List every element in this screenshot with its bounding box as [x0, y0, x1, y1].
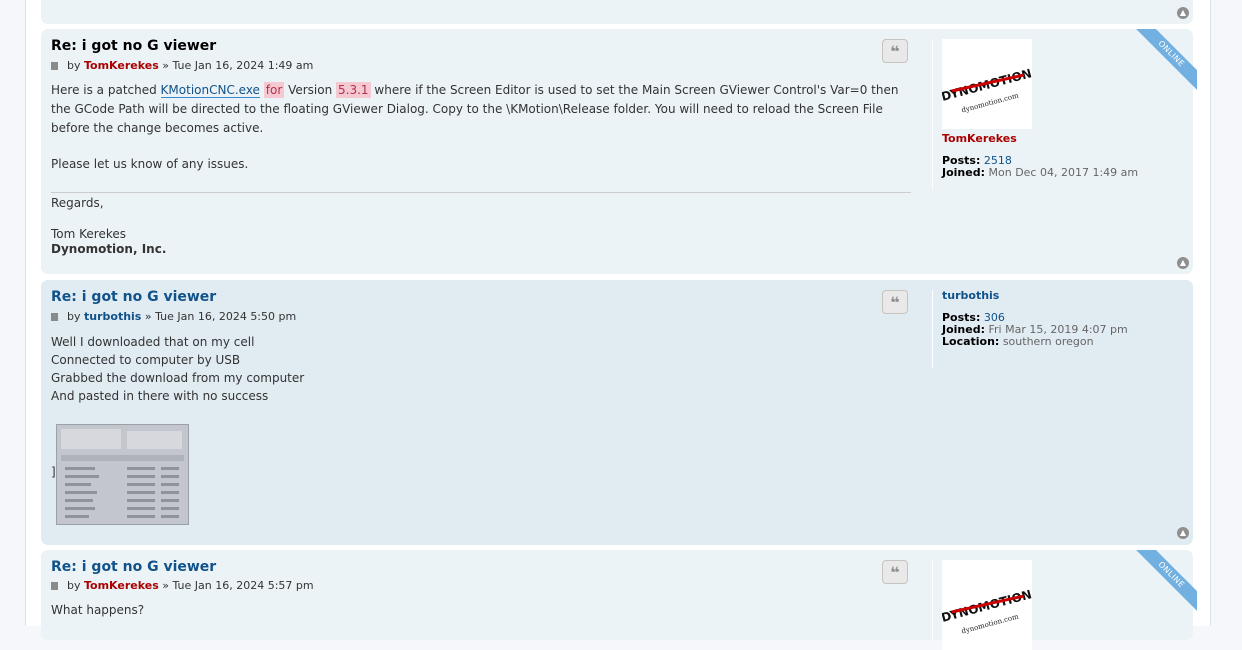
post-content: Well I downloaded that on my cell Connec… — [51, 333, 913, 405]
highlight-version: 5.3.1 — [336, 82, 371, 98]
body-line: Well I downloaded that on my cell — [51, 335, 255, 349]
by-label: by — [67, 310, 81, 323]
post-icon[interactable] — [51, 582, 58, 590]
post-profile: turbothis Posts: 306 Joined: Fri Mar 15,… — [932, 290, 1128, 368]
dynomotion-logo-icon: DYNOMOTION dynomotion.com — [942, 66, 1032, 114]
joined-date: Mon Dec 04, 2017 1:49 am — [988, 166, 1139, 179]
sig-regards: Regards, — [51, 196, 104, 210]
post-author[interactable]: TomKerekes — [84, 59, 159, 72]
quote-button[interactable]: ❝ — [882, 39, 908, 63]
meta-sep: » — [162, 59, 169, 72]
highlight-for: for — [263, 82, 285, 98]
attachment-image[interactable] — [56, 424, 189, 525]
post-author[interactable]: TomKerekes — [84, 579, 159, 592]
online-text: ONLINE — [1133, 550, 1197, 614]
attachment-link[interactable]: KMotionCNC.exe — [160, 83, 260, 98]
meta-sep: » — [162, 579, 169, 592]
post-title[interactable]: Re: i got no G viewer — [51, 559, 216, 575]
post-3: Re: i got no G viewer by TomKerekes » Tu… — [41, 550, 1197, 650]
sig-name: Tom Kerekes — [51, 227, 126, 241]
post-meta: by turbothis » Tue Jan 16, 2024 5:50 pm — [51, 310, 296, 323]
by-label: by — [67, 579, 81, 592]
post-author[interactable]: turbothis — [84, 310, 141, 323]
profile-name[interactable]: turbothis — [942, 290, 1128, 302]
post-profile: DYNOMOTION dynomotion.com — [932, 560, 1032, 650]
body-line: And pasted in there with no success — [51, 389, 269, 403]
quote-button[interactable]: ❝ — [882, 560, 908, 584]
profile-name[interactable]: TomKerekes — [942, 133, 1138, 145]
post-1: Re: i got no G viewer by TomKerekes » Tu… — [41, 29, 1197, 274]
quote-button[interactable]: ❝ — [882, 290, 908, 314]
post-content: What happens? — [51, 603, 145, 617]
post-title[interactable]: Re: i got no G viewer — [51, 38, 216, 54]
body-text: Here is a patched — [51, 83, 161, 97]
post-date: Tue Jan 16, 2024 5:50 pm — [155, 310, 297, 323]
body-line: Connected to computer by USB — [51, 353, 241, 367]
signature: Regards, Tom Kerekes Dynomotion, Inc. — [51, 192, 911, 257]
back-to-top-icon[interactable]: ▲ — [1177, 257, 1189, 269]
body-text-2: Please let us know of any issues. — [51, 157, 249, 171]
post-date: Tue Jan 16, 2024 5:57 pm — [172, 579, 314, 592]
screenshot-thumbnail-icon — [57, 425, 188, 524]
post-2: Re: i got no G viewer by turbothis » Tue… — [41, 280, 1193, 545]
body-text: Version — [284, 83, 337, 97]
by-label: by — [67, 59, 81, 72]
dynomotion-logo-icon: DYNOMOTION dynomotion.com — [942, 587, 1032, 635]
online-text: ONLINE — [1133, 29, 1197, 93]
body-line: Grabbed the download from my computer — [51, 371, 305, 385]
post-meta: by TomKerekes » Tue Jan 16, 2024 1:49 am — [51, 59, 313, 72]
location-value: southern oregon — [1002, 335, 1094, 348]
post-profile: DYNOMOTION dynomotion.com TomKerekes Pos… — [932, 39, 1138, 189]
location-label: Location: — [942, 335, 1000, 348]
post-icon[interactable] — [51, 313, 58, 321]
avatar[interactable]: DYNOMOTION dynomotion.com — [942, 560, 1032, 650]
joined-label: Joined: — [942, 166, 985, 179]
post-meta: by TomKerekes » Tue Jan 16, 2024 5:57 pm — [51, 579, 314, 592]
sig-company: Dynomotion, Inc. — [51, 242, 167, 256]
back-to-top-icon[interactable]: ▲ — [1177, 7, 1189, 19]
bracket-text: ] — [51, 465, 56, 479]
post-icon[interactable] — [51, 62, 58, 70]
post-date: Tue Jan 16, 2024 1:49 am — [172, 59, 314, 72]
back-to-top-icon[interactable]: ▲ — [1177, 527, 1189, 539]
post-title[interactable]: Re: i got no G viewer — [51, 289, 216, 305]
post-content: Here is a patched KMotionCNC.exe for Ver… — [51, 81, 913, 174]
page-wrap: ▲ Re: i got no G viewer by TomKerekes » … — [25, 0, 1211, 650]
meta-sep: » — [144, 310, 152, 323]
avatar[interactable]: DYNOMOTION dynomotion.com — [942, 39, 1032, 129]
post-previous: ▲ — [41, 0, 1193, 24]
online-badge: ONLINE — [1133, 550, 1197, 614]
online-badge: ONLINE — [1133, 29, 1197, 93]
